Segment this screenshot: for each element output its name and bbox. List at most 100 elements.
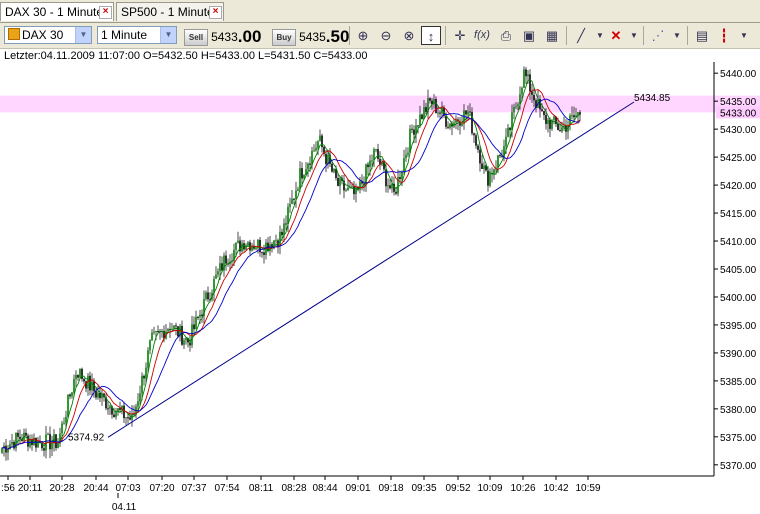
candle-body	[541, 109, 543, 112]
sell-price-button[interactable]: Sell 5433.00	[184, 27, 261, 47]
zoom-out-icon[interactable]: ⊖	[376, 26, 396, 45]
candlestick-type-icon[interactable]: ┇	[714, 26, 734, 45]
ma-fast-line	[1, 79, 581, 450]
buy-button[interactable]: Buy	[272, 28, 296, 46]
candle-body	[483, 165, 485, 169]
candle-body	[471, 111, 473, 134]
draw-line-icon[interactable]: ╱	[571, 26, 591, 45]
candle-body	[403, 158, 405, 172]
trendline[interactable]	[107, 101, 635, 438]
candle-body	[297, 189, 299, 191]
candle-body	[83, 378, 85, 382]
candle-body	[407, 152, 409, 155]
buy-price-decimals: .50	[325, 27, 350, 46]
candle-body	[531, 91, 533, 95]
candle-body	[109, 406, 111, 409]
candle-body	[281, 231, 283, 236]
ma-mid-line	[1, 89, 581, 450]
candle-body	[91, 381, 93, 391]
candle-body	[465, 110, 467, 115]
candle-body	[489, 173, 491, 186]
trendline-start-label: 5374.92	[68, 432, 105, 443]
candle-body	[27, 435, 29, 447]
candle-body	[275, 240, 277, 242]
date-label: 04.11	[112, 502, 137, 513]
candle-body	[171, 328, 173, 331]
candle-body	[421, 114, 423, 120]
buy-price-button[interactable]: Buy 5435.50	[272, 27, 349, 47]
chevron-down-icon[interactable]: ▼	[734, 26, 754, 45]
zoom-reset-icon[interactable]: ⊗	[399, 26, 419, 45]
sell-price-decimals: .00	[237, 27, 262, 46]
candle-body	[445, 115, 447, 127]
candle-body	[151, 332, 153, 341]
candle-body	[461, 123, 463, 126]
candle-body	[533, 94, 535, 101]
x-tick-label: 09:52	[445, 483, 470, 494]
indicator-icon[interactable]: ⋰	[648, 26, 668, 45]
candle-body	[353, 186, 355, 195]
candle-body	[75, 375, 77, 379]
x-tick-label: 20:28	[49, 483, 74, 494]
close-icon[interactable]: ×	[99, 6, 112, 19]
x-tick-label: 09:35	[411, 483, 436, 494]
candle-body	[417, 125, 419, 127]
candle-body	[197, 316, 199, 318]
candle-body	[351, 186, 353, 188]
candle-body	[243, 243, 245, 250]
zoom-in-icon[interactable]: ⊕	[353, 26, 373, 45]
close-icon[interactable]: ×	[209, 6, 222, 19]
tab-sp500[interactable]: SP500 - 1 Minute ×	[116, 2, 224, 21]
candle-body	[413, 129, 415, 135]
candle-body	[157, 330, 159, 332]
candle-body	[7, 449, 9, 453]
properties-icon[interactable]: ▤	[692, 26, 712, 45]
y-tick-label: 5410.00	[720, 237, 757, 248]
current-price-label: 5433.00	[720, 108, 757, 119]
x-tick-label: 08:28	[281, 483, 306, 494]
candle-body	[225, 255, 227, 264]
function-icon[interactable]: f(x)	[472, 26, 492, 45]
candle-body	[447, 126, 449, 128]
candle-body	[143, 375, 145, 379]
crosshair-icon[interactable]: ✛	[450, 26, 470, 45]
timeframe-select[interactable]: 1 Minute ▼	[97, 26, 177, 44]
tab-dax30[interactable]: DAX 30 - 1 Minute ×	[0, 2, 114, 21]
trendline-end-label: 5434.85	[634, 93, 671, 104]
candle-body	[477, 145, 479, 150]
candle-body	[545, 115, 547, 124]
candle-body	[515, 106, 517, 108]
save-icon[interactable]: ▣	[519, 26, 539, 45]
chevron-down-icon[interactable]: ▼	[624, 26, 644, 45]
candle-body	[439, 112, 441, 114]
chevron-down-icon[interactable]: ▼	[667, 26, 687, 45]
candle-body	[95, 391, 97, 398]
candle-body	[347, 187, 349, 191]
candle-body	[119, 408, 121, 410]
candle-body	[527, 74, 529, 77]
candle-body	[139, 393, 141, 402]
toolbar-divider	[687, 26, 688, 45]
candle-body	[571, 115, 573, 117]
candle-body	[1, 448, 3, 453]
candle-body	[141, 375, 143, 394]
candle-body	[513, 107, 515, 113]
print-icon[interactable]: ⎙	[496, 26, 516, 45]
instrument-select[interactable]: DAX 30 ▼	[4, 26, 92, 44]
delete-drawing-icon[interactable]: ✕	[606, 26, 626, 45]
table-icon[interactable]: ▦	[542, 26, 562, 45]
price-chart[interactable]: 5374.92 5434.85 5370.00 5375.00 5380.00 5385…	[0, 62, 760, 514]
candle-body	[65, 416, 67, 423]
chevron-down-icon[interactable]: ▼	[75, 27, 91, 43]
instrument-icon	[8, 28, 20, 40]
candle-body	[429, 98, 431, 101]
cursor-tool-icon[interactable]: ↕	[421, 26, 441, 45]
candle-body	[387, 185, 389, 187]
sell-button[interactable]: Sell	[184, 28, 208, 46]
candle-body	[411, 128, 413, 130]
candle-body	[77, 375, 79, 378]
chevron-down-icon[interactable]: ▼	[160, 27, 176, 43]
candle-body	[333, 169, 335, 172]
candle-body	[303, 174, 305, 179]
candle-body	[497, 155, 499, 168]
